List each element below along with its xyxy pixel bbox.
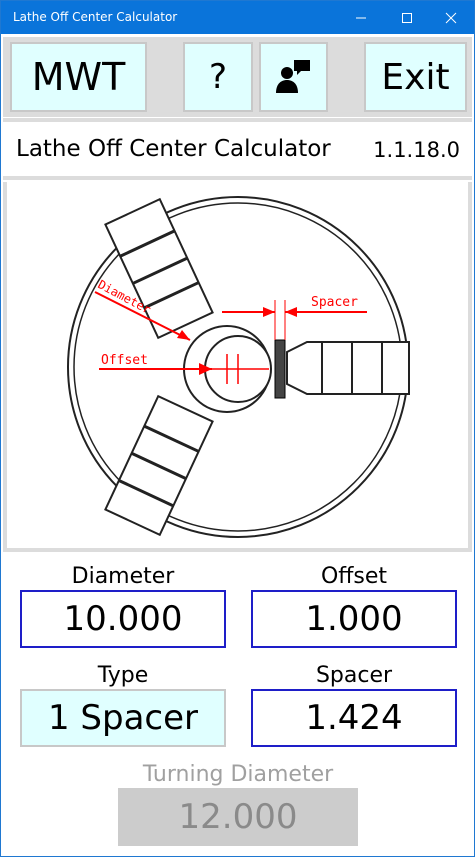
minimize-button[interactable]: [338, 1, 384, 34]
app-window: Lathe Off Center Calculator MWT ? Exit L…: [0, 0, 475, 857]
toolbar: MWT ? Exit: [3, 37, 472, 117]
type-label: Type: [97, 663, 149, 688]
diameter-label: Diameter: [71, 564, 175, 589]
turning-diameter-output: 12.000: [118, 788, 358, 846]
close-button[interactable]: [428, 1, 474, 34]
diagram-offset-label: Offset: [101, 353, 148, 368]
title-bar[interactable]: Lathe Off Center Calculator: [1, 1, 474, 34]
client-area: MWT ? Exit Lathe Off Center Calculator 1…: [1, 34, 474, 856]
close-icon: [445, 12, 457, 24]
offset-label: Offset: [320, 564, 388, 589]
window-title: Lathe Off Center Calculator: [13, 10, 178, 24]
exit-button[interactable]: Exit: [364, 42, 467, 112]
feedback-button[interactable]: [259, 42, 328, 112]
diagram-spacer-label: Spacer: [311, 295, 358, 310]
spacer-block: [274, 339, 286, 399]
spacer-label: Spacer: [315, 663, 393, 688]
mwt-button[interactable]: MWT: [10, 42, 147, 112]
section-divider: [3, 548, 472, 552]
lathe-chuck-illustration: Diameter Offset Spacer: [67, 196, 410, 538]
app-title: Lathe Off Center Calculator: [16, 136, 331, 162]
type-selector-button[interactable]: 1 Spacer: [20, 689, 226, 747]
maximize-button[interactable]: [384, 1, 430, 34]
maximize-icon: [402, 13, 412, 23]
feedback-person-icon: [275, 60, 310, 93]
header-bar: Lathe Off Center Calculator 1.1.18.0: [3, 118, 472, 180]
version-label: 1.1.18.0: [373, 138, 460, 162]
right-jaw: [286, 341, 410, 395]
minimize-icon: [356, 17, 366, 19]
lathe-diagram: Diameter Offset Spacer: [3, 182, 472, 549]
turning-diameter-label: Turning Diameter: [142, 762, 334, 787]
spacer-output[interactable]: 1.424: [251, 689, 457, 747]
help-button[interactable]: ?: [183, 42, 253, 112]
offset-input[interactable]: 1.000: [251, 590, 457, 648]
diameter-input[interactable]: 10.000: [20, 590, 226, 648]
